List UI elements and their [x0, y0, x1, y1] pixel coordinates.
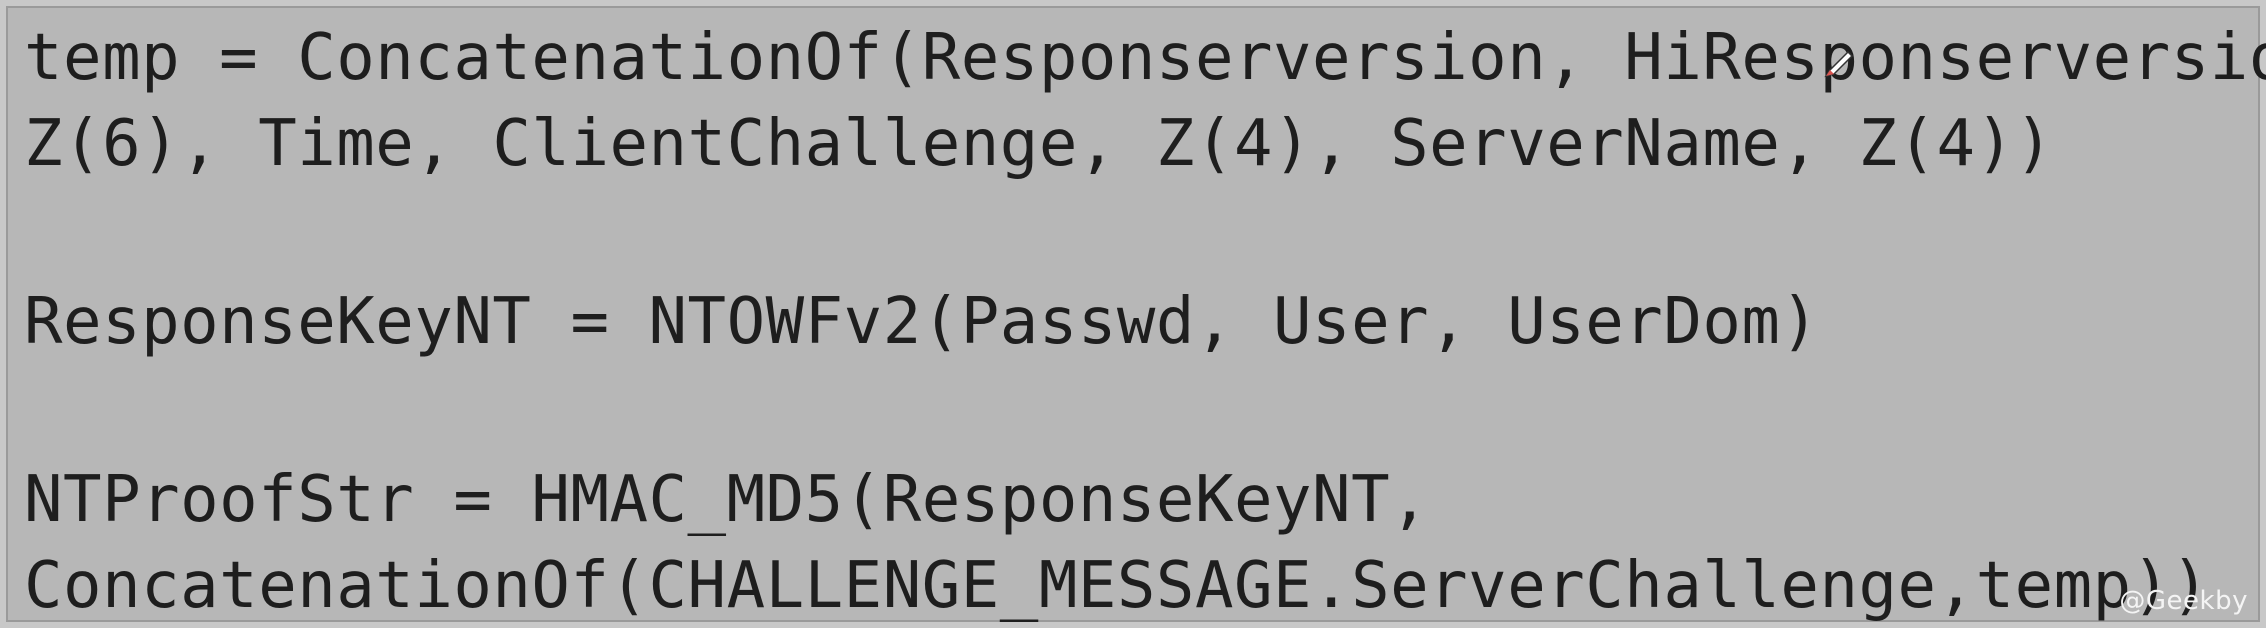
- pen-cursor-icon: [1824, 50, 1854, 78]
- code-line-2: Z(6), Time, ClientChallenge, Z(4), Serve…: [24, 107, 2054, 181]
- code-line-3: ResponseKeyNT = NTOWFv2(Passwd, User, Us…: [24, 285, 1820, 359]
- code-line-4: NTProofStr = HMAC_MD5(ResponseKeyNT,: [24, 463, 1430, 537]
- code-line-1: temp = ConcatenationOf(Responserversion,…: [24, 21, 2266, 95]
- watermark-text: @Geekby: [2119, 586, 2248, 616]
- code-line-5: ConcatenationOf(CHALLENGE_MESSAGE.Server…: [24, 549, 2210, 623]
- screenshot-frame: temp = ConcatenationOf(Responserversion,…: [0, 0, 2266, 628]
- code-panel: temp = ConcatenationOf(Responserversion,…: [6, 6, 2266, 623]
